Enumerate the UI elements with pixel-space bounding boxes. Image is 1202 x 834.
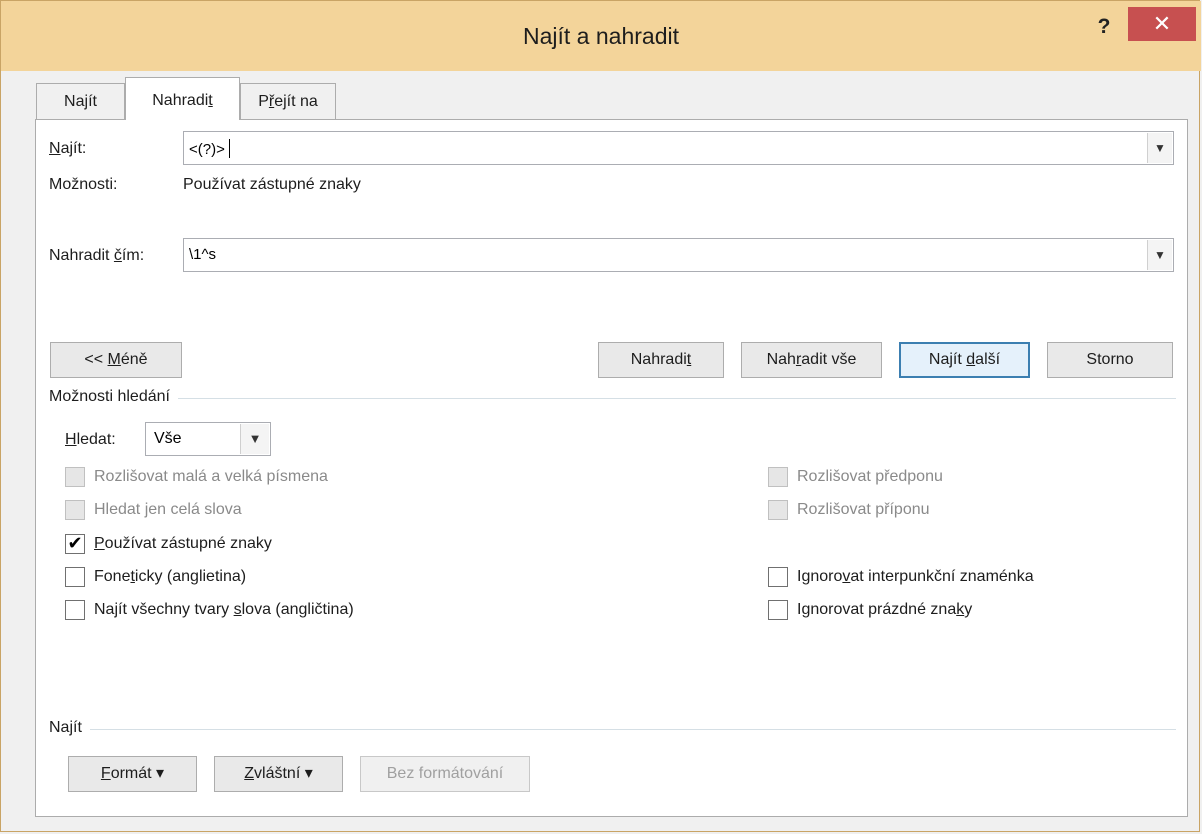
title-bar[interactable]: Najít a nahradit ? ✕ [1, 1, 1201, 71]
find-format-divider [49, 729, 1176, 730]
replace-label: Nahradit čím: [49, 247, 145, 264]
help-button[interactable]: ? [1084, 13, 1124, 49]
search-direction-label: Hledat: [65, 431, 116, 448]
close-icon: ✕ [1152, 11, 1172, 36]
match-case-checkbox[interactable] [65, 467, 85, 487]
dialog-title: Najít a nahradit [523, 23, 679, 49]
find-label: Najít: [49, 140, 87, 157]
whole-words-checkbox[interactable] [65, 500, 85, 520]
checkmark-icon: ✔ [67, 533, 83, 553]
tab-goto[interactable]: Přejít na [240, 83, 336, 119]
match-suffix-checkbox[interactable] [768, 500, 788, 520]
text-caret [228, 139, 230, 158]
less-button[interactable]: << Méně [50, 342, 182, 378]
chevron-down-icon[interactable]: ▼ [240, 424, 269, 454]
options-label: Možnosti: [49, 176, 118, 193]
find-replace-dialog: Najít a nahradit ? ✕ Najít Nahradit Přej… [0, 0, 1201, 832]
replace-button[interactable]: Nahradit [598, 342, 724, 378]
cancel-button[interactable]: Storno [1047, 342, 1173, 378]
all-word-forms-checkbox[interactable] [65, 600, 85, 620]
no-formatting-button[interactable]: Bez formátování [360, 756, 530, 792]
replace-all-button[interactable]: Nahradit vše [741, 342, 882, 378]
replace-input-value: \1^s [189, 246, 217, 263]
chevron-down-icon[interactable]: ▼ [1147, 133, 1172, 163]
tab-find[interactable]: Najít [36, 83, 125, 119]
sounds-like-checkbox[interactable] [65, 567, 85, 587]
search-options-title: Možnosti hledání [49, 388, 178, 406]
format-button[interactable]: Formát ▾ [68, 756, 197, 792]
match-prefix-label: Rozlišovat předponu [797, 468, 943, 485]
match-case-label: Rozlišovat malá a velká písmena [94, 468, 328, 485]
dropdown-arrow-icon: ▾ [304, 765, 313, 782]
ignore-punctuation-checkbox[interactable] [768, 567, 788, 587]
whole-words-label: Hledat jen celá slova [94, 501, 242, 518]
ignore-whitespace-checkbox[interactable] [768, 600, 788, 620]
chevron-down-icon[interactable]: ▼ [1147, 240, 1172, 270]
match-suffix-label: Rozlišovat příponu [797, 501, 930, 518]
dropdown-arrow-icon: ▾ [156, 765, 165, 782]
tab-replace[interactable]: Nahradit [125, 77, 240, 120]
ignore-whitespace-label: Ignorovat prázdné znaky [797, 601, 973, 618]
find-format-title: Najít [49, 719, 90, 737]
find-next-button[interactable]: Najít další [899, 342, 1030, 378]
search-options-divider [49, 398, 1176, 399]
match-prefix-checkbox[interactable] [768, 467, 788, 487]
sounds-like-label: Foneticky (anglietina) [94, 568, 247, 585]
close-button[interactable]: ✕ [1128, 7, 1196, 41]
use-wildcards-label: Používat zástupné znaky [94, 535, 272, 552]
search-direction-value: Vše [154, 430, 182, 447]
search-direction-select[interactable]: Vše ▼ [145, 422, 271, 456]
options-value: Používat zástupné znaky [183, 176, 361, 193]
use-wildcards-checkbox[interactable]: ✔ [65, 534, 85, 554]
ignore-punctuation-label: Ignorovat interpunkční znaménka [797, 568, 1034, 585]
find-input[interactable]: <(?)> ▼ [183, 131, 1174, 165]
all-word-forms-label: Najít všechny tvary slova (angličtina) [94, 601, 354, 618]
special-button[interactable]: Zvláštní ▾ [214, 756, 343, 792]
find-input-value: <(?)> [189, 139, 230, 158]
replace-input[interactable]: \1^s ▼ [183, 238, 1174, 272]
